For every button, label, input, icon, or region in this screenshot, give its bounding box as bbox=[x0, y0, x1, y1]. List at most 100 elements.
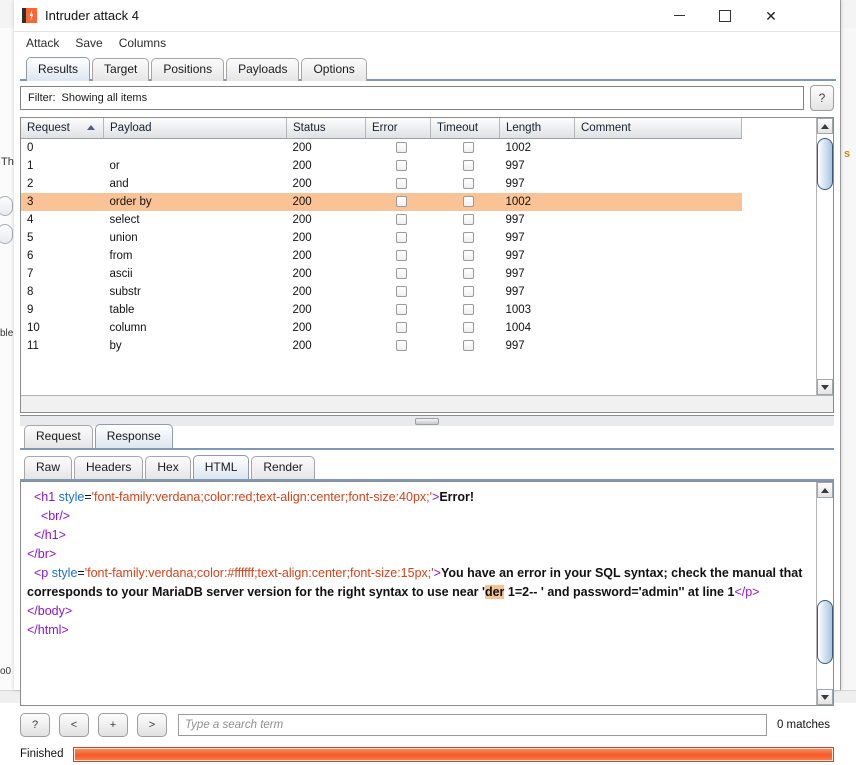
response-scroll-down-arrow-icon[interactable] bbox=[817, 689, 833, 705]
checkbox-error[interactable] bbox=[395, 286, 407, 298]
checkbox-error[interactable] bbox=[395, 178, 407, 190]
tab-options[interactable]: Options bbox=[301, 58, 367, 81]
response-scroll-up-arrow-icon[interactable] bbox=[817, 482, 833, 498]
response-scroll-track[interactable] bbox=[817, 498, 833, 689]
checkbox-error[interactable] bbox=[395, 142, 407, 154]
column-header-request[interactable]: Request bbox=[21, 118, 104, 139]
checkbox-error[interactable] bbox=[395, 268, 407, 280]
search-add-button[interactable]: + bbox=[98, 713, 128, 737]
results-scroll-thumb[interactable] bbox=[817, 138, 833, 190]
results-horizontal-scrollbar[interactable] bbox=[21, 395, 833, 412]
filter-help-icon[interactable]: ? bbox=[810, 85, 834, 111]
table-row[interactable]: 2 and 200 997 bbox=[21, 175, 742, 193]
checkbox-timeout[interactable] bbox=[462, 160, 474, 172]
table-row[interactable]: 5 union 200 997 bbox=[21, 229, 742, 247]
cell-timeout-checkbox[interactable] bbox=[431, 157, 500, 175]
cell-timeout-checkbox[interactable] bbox=[431, 229, 500, 247]
table-row[interactable]: 3 order by 200 1002 bbox=[21, 193, 742, 211]
tab-headers[interactable]: Headers bbox=[74, 456, 144, 479]
cell-error-checkbox[interactable] bbox=[366, 211, 431, 229]
tab-payloads[interactable]: Payloads bbox=[226, 58, 300, 81]
checkbox-timeout[interactable] bbox=[462, 250, 474, 262]
table-row[interactable]: 6 from 200 997 bbox=[21, 247, 742, 265]
column-header-status[interactable]: Status bbox=[286, 118, 366, 139]
checkbox-timeout[interactable] bbox=[462, 178, 474, 190]
cell-timeout-checkbox[interactable] bbox=[431, 265, 500, 283]
checkbox-timeout[interactable] bbox=[462, 214, 474, 226]
checkbox-error[interactable] bbox=[395, 214, 407, 226]
cell-error-checkbox[interactable] bbox=[366, 301, 431, 319]
cell-timeout-checkbox[interactable] bbox=[431, 175, 500, 193]
checkbox-error[interactable] bbox=[395, 232, 407, 244]
tab-positions[interactable]: Positions bbox=[151, 58, 225, 81]
cell-timeout-checkbox[interactable] bbox=[431, 301, 500, 319]
checkbox-timeout[interactable] bbox=[462, 142, 474, 154]
search-previous-button[interactable]: < bbox=[59, 713, 89, 737]
cell-error-checkbox[interactable] bbox=[365, 193, 431, 211]
close-icon[interactable]: ✕ bbox=[748, 0, 794, 31]
cell-error-checkbox[interactable] bbox=[366, 247, 431, 265]
checkbox-error[interactable] bbox=[395, 340, 407, 352]
search-help-icon[interactable]: ? bbox=[20, 713, 50, 737]
table-row[interactable]: 9 table 200 1003 bbox=[21, 301, 742, 319]
results-vertical-scrollbar[interactable] bbox=[816, 118, 833, 395]
scroll-up-arrow-icon[interactable] bbox=[817, 118, 833, 134]
cell-error-checkbox[interactable] bbox=[366, 139, 431, 158]
column-header-comment[interactable]: Comment bbox=[574, 118, 742, 139]
checkbox-timeout[interactable] bbox=[462, 322, 474, 334]
checkbox-timeout[interactable] bbox=[462, 268, 474, 280]
checkbox-timeout[interactable] bbox=[462, 196, 474, 208]
table-row[interactable]: 10 column 200 1004 bbox=[21, 319, 742, 337]
checkbox-timeout[interactable] bbox=[462, 340, 474, 352]
cell-timeout-checkbox[interactable] bbox=[431, 319, 500, 337]
table-row[interactable]: 0 200 1002 bbox=[21, 139, 742, 158]
tab-html[interactable]: HTML bbox=[192, 455, 250, 479]
column-header-payload[interactable]: Payload bbox=[103, 118, 287, 139]
column-header-length[interactable]: Length bbox=[499, 118, 575, 139]
cell-error-checkbox[interactable] bbox=[366, 265, 431, 283]
splitter-grip[interactable] bbox=[415, 417, 439, 425]
cell-error-checkbox[interactable] bbox=[366, 229, 431, 247]
cell-timeout-checkbox[interactable] bbox=[430, 193, 500, 211]
checkbox-error[interactable] bbox=[395, 196, 407, 208]
tab-response[interactable]: Response bbox=[94, 424, 173, 448]
checkbox-timeout[interactable] bbox=[462, 286, 474, 298]
filter-bar[interactable]: Filter: Showing all items bbox=[20, 86, 804, 110]
menu-item-attack[interactable]: Attack bbox=[26, 36, 59, 50]
search-next-button[interactable]: > bbox=[137, 713, 167, 737]
tab-render[interactable]: Render bbox=[251, 456, 315, 479]
response-vertical-scrollbar[interactable] bbox=[816, 482, 833, 705]
menu-item-save[interactable]: Save bbox=[75, 36, 102, 50]
tab-raw[interactable]: Raw bbox=[24, 456, 73, 479]
results-scroll-track[interactable] bbox=[817, 134, 833, 379]
cell-timeout-checkbox[interactable] bbox=[431, 283, 500, 301]
cell-error-checkbox[interactable] bbox=[366, 337, 431, 355]
menu-item-columns[interactable]: Columns bbox=[119, 36, 166, 50]
table-row[interactable]: 11 by 200 997 bbox=[21, 337, 742, 355]
table-row[interactable]: 1 or 200 997 bbox=[21, 157, 742, 175]
cell-timeout-checkbox[interactable] bbox=[431, 247, 500, 265]
tab-request[interactable]: Request bbox=[24, 425, 93, 448]
cell-error-checkbox[interactable] bbox=[366, 319, 431, 337]
response-scroll-thumb[interactable] bbox=[817, 600, 833, 664]
checkbox-error[interactable] bbox=[395, 304, 407, 316]
cell-timeout-checkbox[interactable] bbox=[431, 337, 500, 355]
cell-timeout-checkbox[interactable] bbox=[431, 211, 500, 229]
checkbox-timeout[interactable] bbox=[462, 232, 474, 244]
scroll-down-arrow-icon[interactable] bbox=[817, 379, 833, 395]
table-row[interactable]: 4 select 200 997 bbox=[21, 211, 742, 229]
cell-error-checkbox[interactable] bbox=[366, 283, 431, 301]
table-row[interactable]: 7 ascii 200 997 bbox=[21, 265, 742, 283]
table-row[interactable]: 8 substr 200 997 bbox=[21, 283, 742, 301]
checkbox-error[interactable] bbox=[395, 250, 407, 262]
maximize-button[interactable] bbox=[702, 0, 748, 31]
cell-error-checkbox[interactable] bbox=[366, 157, 431, 175]
tab-hex[interactable]: Hex bbox=[145, 456, 191, 479]
tab-target[interactable]: Target bbox=[92, 58, 150, 81]
checkbox-error[interactable] bbox=[395, 160, 407, 172]
response-html-text[interactable]: <h1 style='font-family:verdana;color:red… bbox=[21, 482, 816, 705]
cell-timeout-checkbox[interactable] bbox=[431, 139, 500, 158]
checkbox-timeout[interactable] bbox=[462, 304, 474, 316]
column-header-error[interactable]: Error bbox=[365, 118, 431, 139]
column-header-timeout[interactable]: Timeout bbox=[430, 118, 500, 139]
